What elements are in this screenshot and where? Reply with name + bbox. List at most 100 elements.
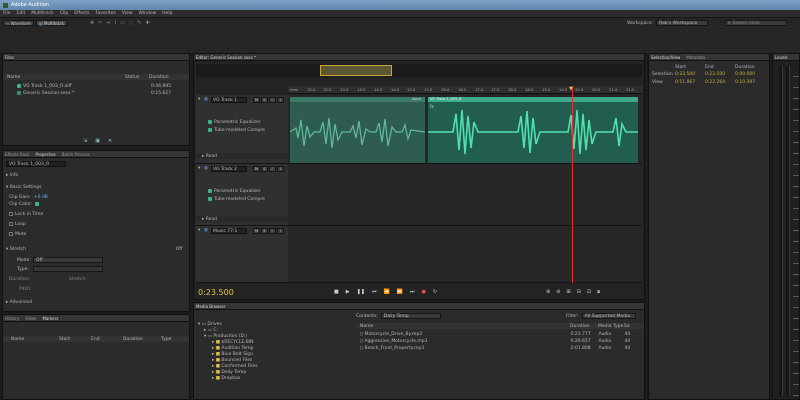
effect-slot[interactable]: Tube-modeled Compre [196,196,288,202]
view-start-value[interactable]: 0:11.867 [675,80,705,85]
stop-icon[interactable]: ■ [334,289,339,295]
read-automation[interactable]: ▸ Read [196,216,288,222]
go-to-start-icon[interactable]: ⏮ [372,289,377,295]
menu-window[interactable]: Window [139,11,157,16]
heal-tool-icon[interactable]: ✚ [145,20,149,26]
menu-clip[interactable]: Clip [60,11,69,16]
tab-effects-rack[interactable]: Effects Rack [5,152,30,157]
marquee-tool-icon[interactable]: ▭ [120,20,125,26]
pause-icon[interactable]: ❚❚ [357,289,365,295]
go-to-end-icon[interactable]: ⏭ [410,289,415,295]
delete-icon[interactable]: ✕ [108,138,112,144]
zoom-out-amplitude-icon[interactable]: ⊖ [556,289,560,295]
effect-slot[interactable]: Tube-modeled Compre [196,127,288,133]
zoom-selection-icon[interactable]: ⧈ [597,289,600,295]
tab-selection-view[interactable]: Selection/View [651,55,680,60]
tab-video[interactable]: Video [25,316,36,321]
search-help-field[interactable]: ⌕ Search Help [725,20,787,26]
filter-dropdown[interactable]: All Supported Media [581,313,636,319]
monitor-input-button[interactable]: I [277,228,284,234]
workspace-selector[interactable]: Workspace: Rob's Workspace [627,20,709,26]
effect-power-icon[interactable] [208,197,212,201]
time-ruler[interactable]: hms 12.0 12.5 13.0 13.5 14.0 14.5 15.0 1… [288,86,642,94]
track-expand-icon[interactable]: ▾ [198,228,200,233]
overview-viewport[interactable] [320,65,392,76]
audio-clip[interactable]: VO Track 1_003_R fx [428,97,638,163]
view-end-value[interactable]: 0:22.264 [705,80,735,85]
fast-forward-icon[interactable]: ⏩ [397,289,403,295]
menu-multitrack[interactable]: Multitrack [31,11,53,16]
solo-button[interactable]: S [261,97,268,103]
track-header[interactable]: ▾ ◍ Music 77:1 M S R I [196,226,288,283]
track-name[interactable]: VO Track 1 [211,97,247,103]
file-item[interactable]: VO Track 1_003_R.aiff 0:46.995 [3,83,189,89]
brush-tool-icon[interactable]: ✎ [137,20,141,26]
tab-files[interactable]: Files [5,55,14,60]
workspace-dropdown[interactable]: Rob's Workspace [656,20,709,26]
slip-tool-icon[interactable]: ⇔ [106,20,110,26]
arm-record-button[interactable]: R [269,97,276,103]
clip-name-field[interactable]: VO Track 1_003_R [6,161,66,167]
playhead[interactable] [572,86,573,283]
contents-dropdown[interactable]: Daily Temp [380,313,441,319]
monitor-input-button[interactable]: I [277,97,284,103]
clip-color-swatch[interactable] [35,202,40,206]
selection-duration-value[interactable]: 0:00.000 [735,72,755,77]
tree-item[interactable]: ▸ ■ Dropbox [194,375,354,381]
multitrack-button[interactable]: ▤ Multitrack [35,20,67,26]
type-dropdown[interactable] [33,266,103,272]
folder-icon[interactable]: ▣ [95,138,100,144]
track-expand-icon[interactable]: ▾ [198,166,200,171]
arm-record-button[interactable]: R [269,228,276,234]
tab-levels[interactable]: Levels [775,55,788,60]
move-tool-icon[interactable]: ✥ [90,20,94,26]
track-lane[interactable] [288,164,642,226]
lock-in-time-checkbox[interactable]: Lock in Time [3,211,189,217]
advanced-section-header[interactable]: ▸ Advanced [3,299,189,305]
menu-view[interactable]: View [122,11,133,16]
record-icon[interactable]: ● [421,289,425,295]
track-header[interactable]: ▾ ◍ VO Track 2 M S R I Parametric Equali… [196,164,288,226]
stretch-section-header[interactable]: ▾ Stretch Off [3,246,189,252]
clip-gain-value[interactable]: +0 dB [34,195,48,200]
menu-help[interactable]: Help [162,11,172,16]
file-item[interactable]: Generic Session.sesx * 0:15.627 [3,90,189,96]
selection-start-value[interactable]: 0:23.500 [675,72,705,77]
effect-slot[interactable]: Parametric Equalizer [196,188,288,194]
menu-file[interactable]: File [3,11,11,16]
effect-slot[interactable]: Parametric Equalizer [196,119,288,125]
arm-record-button[interactable]: R [269,166,276,172]
tab-batch-process[interactable]: Batch Process [62,152,90,157]
track-name[interactable]: Music 77:1 [211,228,247,234]
effect-power-icon[interactable] [208,128,212,132]
rewind-icon[interactable]: ⏪ [384,289,390,295]
mute-button[interactable]: M [253,97,260,103]
selection-end-value[interactable]: 0:23.500 [705,72,735,77]
loop-checkbox[interactable]: Loop [3,221,189,227]
tab-metadata[interactable]: Metadata [686,55,705,60]
loop-icon[interactable]: ↻ [433,289,437,295]
tab-history[interactable]: History [5,316,19,321]
track-lane[interactable] [288,226,642,283]
view-duration-value[interactable]: 0:10.397 [735,80,755,85]
track-expand-icon[interactable]: ▾ [198,97,200,102]
insert-icon[interactable]: ⇲ [83,138,87,144]
mute-button[interactable]: M [253,228,260,234]
solo-button[interactable]: S [261,228,268,234]
tab-properties[interactable]: Properties [36,152,56,157]
mode-dropdown[interactable]: Off [33,257,103,263]
monitor-input-button[interactable]: I [277,166,284,172]
zoom-in-amplitude-icon[interactable]: ⊕ [546,289,550,295]
menu-effects[interactable]: Effects [74,11,89,16]
media-file-row[interactable]: ▯ Motorcycle_Drive_By.mp3 0:23.777 Audio… [356,331,644,337]
menu-favorites[interactable]: Favorites [96,11,116,16]
media-file-row[interactable]: ▯ Aggressive_Motorcycle.mp3 0:29.657 Aud… [356,338,644,344]
track-lane[interactable]: Voice VO Track 1_003_R fx [288,95,642,164]
media-file-row[interactable]: ▯ Beach_Front_Property.mp3 2:01.808 Audi… [356,345,644,351]
basic-settings-header[interactable]: ▾ Basic Settings [3,184,189,190]
overview-bar[interactable] [196,64,642,77]
menu-edit[interactable]: Edit [17,11,26,16]
solo-button[interactable]: S [261,166,268,172]
razor-tool-icon[interactable]: ✂ [98,20,102,26]
track-header[interactable]: ▾ ◍ VO Track 1 M S R I Parametric Equali… [196,95,288,164]
